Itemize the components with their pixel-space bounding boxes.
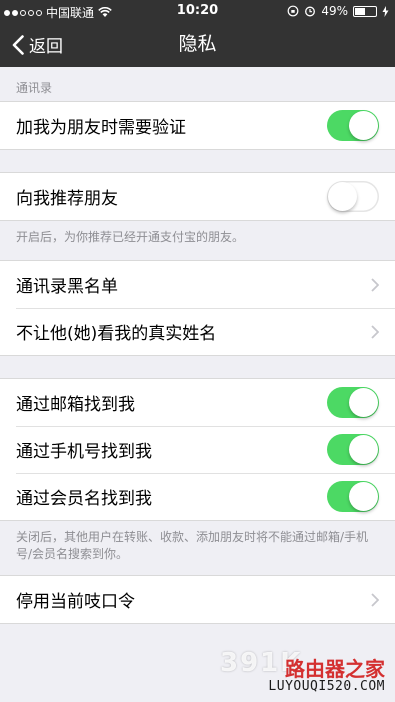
watermark-url: LUYOUQI520.COM [268,679,385,694]
find-by-phone-toggle[interactable] [327,434,379,465]
password-group: 停用当前吱口令 [0,575,395,624]
recommend-group: 向我推荐朋友 [0,172,395,221]
find-by-phone-label: 通过手机号找到我 [16,442,152,462]
find-by-email-toggle[interactable] [327,387,379,418]
find-by-phone-row: 通过手机号找到我 [0,426,395,473]
find-me-footer-note: 关闭后，其他用户在转账、收款、添加朋友时将不能通过邮箱/手机号/会员名搜索到你。 [16,530,369,561]
chevron-right-icon [371,278,379,292]
find-by-email-label: 通过邮箱找到我 [16,395,135,415]
settings-list: 通讯录 加我为朋友时需要验证 向我推荐朋友 开启后，为你推荐已经开通支付宝的朋友… [0,67,395,624]
page-title: 隐私 [178,33,217,55]
hide-realname-row[interactable]: 不让他(她)看我的真实姓名 [0,308,395,355]
find-by-member-row: 通过会员名找到我 [0,473,395,520]
recommend-friends-label: 向我推荐朋友 [16,189,118,209]
charging-icon [382,5,389,17]
find-by-member-label: 通过会员名找到我 [16,489,152,509]
battery-percentage: 49% [321,4,348,18]
status-bar: 中国联通 10:20 49% [0,0,395,22]
disable-password-row[interactable]: 停用当前吱口令 [0,576,395,623]
watermark-brand: 路由器之家 [285,657,385,681]
verify-friend-row: 加我为朋友时需要验证 [0,102,395,149]
privacy-list-group: 通讯录黑名单 不让他(她)看我的真实姓名 [0,260,395,356]
section-header-contacts: 通讯录 [16,81,53,95]
chevron-right-icon [371,593,379,607]
recommend-footer-note: 开启后，为你推荐已经开通支付宝的朋友。 [16,230,245,244]
chevron-right-icon [371,325,379,339]
hide-realname-label: 不让他(她)看我的真实姓名 [16,324,217,344]
verify-friend-toggle[interactable] [327,110,379,141]
blacklist-label: 通讯录黑名单 [16,277,118,297]
battery-icon [353,5,377,17]
alarm-icon [305,6,316,17]
find-by-member-toggle[interactable] [327,481,379,512]
find-me-group: 通过邮箱找到我 通过手机号找到我 通过会员名找到我 [0,378,395,521]
navigation-bar: 返回 隐私 [0,22,395,67]
rotation-lock-icon [287,5,299,17]
recommend-friends-toggle[interactable] [327,181,379,212]
contacts-group: 加我为朋友时需要验证 [0,101,395,150]
find-by-email-row: 通过邮箱找到我 [0,379,395,426]
blacklist-row[interactable]: 通讯录黑名单 [0,261,395,308]
site-watermark: 391K 路由器之家 LUYOUQI520.COM [220,648,395,702]
recommend-friends-row: 向我推荐朋友 [0,173,395,220]
verify-friend-label: 加我为朋友时需要验证 [16,118,186,138]
disable-password-label: 停用当前吱口令 [16,592,135,612]
